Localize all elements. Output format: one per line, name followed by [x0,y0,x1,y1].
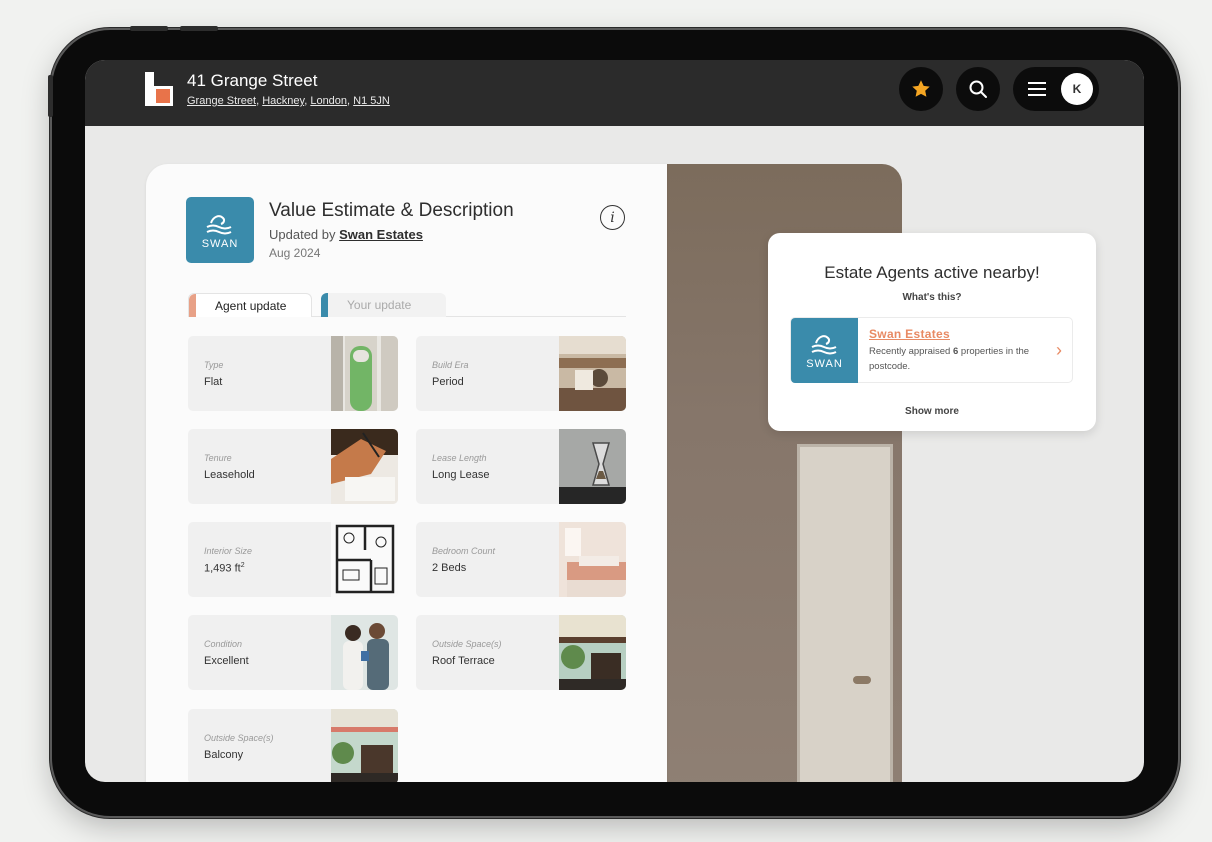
happy-couple-photo [331,615,398,690]
favourite-button[interactable] [899,67,943,111]
tile-label: Build Era [432,360,469,370]
tile-label: Interior Size [204,546,253,556]
swan-icon [811,335,836,355]
top-bar: 41 Grange Street Grange Street, Hackney,… [85,60,1144,126]
tile-label: Condition [204,639,243,649]
menu-button[interactable]: K [1013,67,1099,111]
tile-value: Balcony [204,749,244,761]
app-logo[interactable] [145,72,173,106]
address-postcode-link[interactable]: N1 5JN [353,95,390,107]
tile-value: Long Lease [432,469,490,481]
tab-agent-update-label: Agent update [215,298,287,313]
balcony-photo [331,709,398,782]
property-title: 41 Grange Street [187,71,318,90]
tile-value: Leasehold [204,469,255,481]
tab-your-update-label: Your update [347,298,412,312]
tile-interior-size[interactable]: Interior Size 1,493 ft2 [188,522,398,597]
tile-value: 1,493 ft2 [204,562,245,575]
tile-value: Period [432,376,464,388]
tile-label: Tenure [204,453,232,463]
app-screen: 41 Grange Street Grange Street, Hackney,… [85,60,1144,782]
agent-description: Recently appraised 6 properties in the p… [869,346,1030,372]
tile-value: Flat [204,376,223,388]
updated-by: Updated by Swan Estates [269,227,423,242]
search-button[interactable] [956,67,1000,111]
show-more-button[interactable]: Show more [768,406,1096,417]
address-breadcrumb: Grange Street, Hackney, London, N1 5JN [187,95,390,107]
tile-value: Excellent [204,655,249,667]
tile-label: Type [204,360,224,370]
period-interior-photo [559,336,626,411]
floorplan-photo [331,522,398,597]
tile-lease-length[interactable]: Lease Length Long Lease [416,429,626,504]
volume-button [130,26,168,31]
search-icon [969,80,987,98]
value-estimate-card: SWAN Value Estimate & Description Update… [146,164,667,782]
tab-agent-update[interactable]: Agent update [188,293,312,317]
agent-name-link[interactable]: Swan Estates [869,327,950,341]
tile-value: 2 Beds [432,562,467,574]
agent-row[interactable]: SWAN Swan Estates Recently appraised 6 p… [790,317,1073,383]
tile-value: Roof Terrace [432,655,495,667]
tab-your-update[interactable]: Your update [321,293,446,317]
address-district-link[interactable]: Hackney [262,95,304,107]
swan-estates-logo: SWAN [186,197,254,263]
tile-value-sup: 2 [240,562,245,569]
bedroom-photo [559,522,626,597]
hourglass-photo [559,429,626,504]
swan-estates-logo: SWAN [791,318,858,383]
nearby-agents-popup: Estate Agents active nearby! What's this… [768,233,1096,431]
tile-outside-space-balcony[interactable]: Outside Space(s) Balcony [188,709,398,782]
tile-label: Outside Space(s) [204,733,274,743]
signing-document-photo [331,429,398,504]
tile-label: Bedroom Count [432,546,496,556]
star-icon [912,80,930,97]
chevron-right-icon[interactable]: › [1056,340,1062,361]
tile-tenure[interactable]: Tenure Leasehold [188,429,398,504]
updated-prefix: Updated by [269,227,340,242]
tile-build-era[interactable]: Build Era Period [416,336,626,411]
tile-label: Outside Space(s) [432,639,502,649]
popup-title: Estate Agents active nearby! [824,263,1040,282]
whats-this-link[interactable]: What's this? [768,292,1096,303]
door-image [797,444,893,782]
swan-logo-text: SWAN [201,238,239,250]
tile-outside-space-roof[interactable]: Outside Space(s) Roof Terrace [416,615,626,690]
user-avatar[interactable]: K [1061,73,1093,105]
green-door-photo [331,336,398,411]
tile-label: Lease Length [432,453,487,463]
address-city-link[interactable]: London [310,95,347,107]
info-icon[interactable]: i [600,205,625,230]
tile-bedroom-count[interactable]: Bedroom Count 2 Beds [416,522,626,597]
power-button [48,75,53,117]
swan-icon [206,215,232,235]
volume-button [180,26,218,31]
updated-by-link[interactable]: Swan Estates [339,227,423,242]
tile-condition[interactable]: Condition Excellent [188,615,398,690]
swan-logo-text: SWAN [806,358,843,370]
hamburger-icon [1028,82,1046,96]
update-date: Aug 2024 [269,246,321,260]
roof-terrace-photo [559,615,626,690]
tile-value-text: 1,493 ft [204,562,241,575]
address-street-link[interactable]: Grange Street [187,95,256,107]
tile-type[interactable]: Type Flat [188,336,398,411]
card-title: Value Estimate & Description [269,200,514,221]
